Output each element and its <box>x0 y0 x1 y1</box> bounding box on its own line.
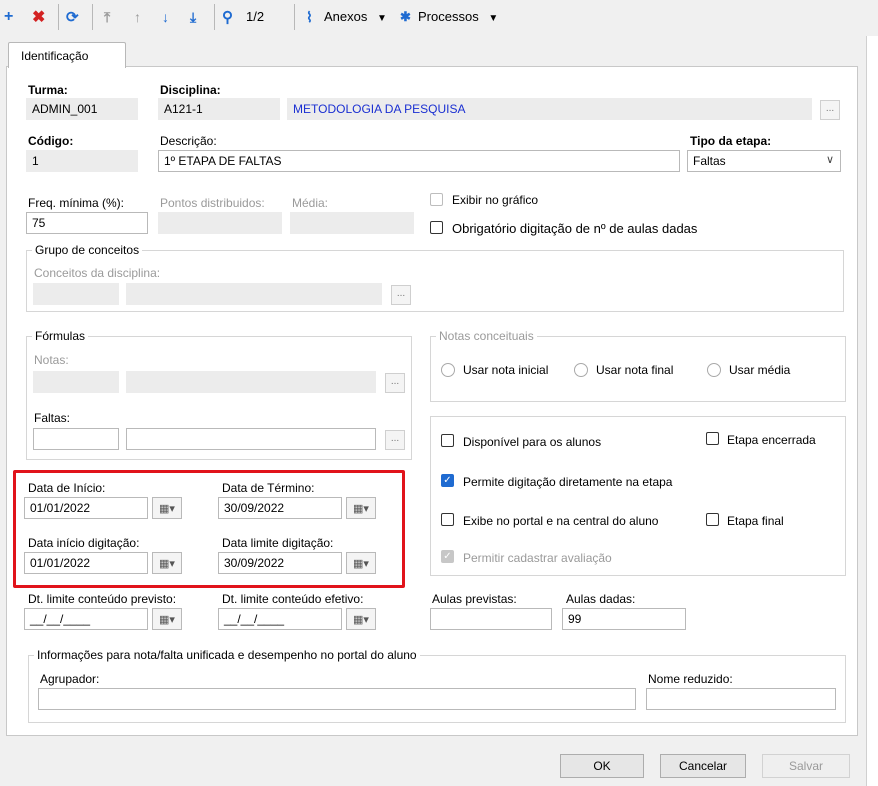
disciplina-lookup-button[interactable]: ... <box>820 100 840 120</box>
turma-field: ADMIN_001 <box>26 98 138 120</box>
obrigatorio-aulas-label: Obrigatório digitação de nº de aulas dad… <box>452 221 698 236</box>
grupo-conceitos-title: Grupo de conceitos <box>32 243 143 257</box>
anexos-menu[interactable]: Anexos ▼ <box>324 9 387 24</box>
usar-nota-inicial-label: Usar nota inicial <box>463 363 549 377</box>
usar-nota-final-radio[interactable] <box>574 363 588 377</box>
faltas-name-field[interactable] <box>126 428 376 450</box>
info-unificada-title: Informações para nota/falta unificada e … <box>34 648 420 662</box>
freq-minima-label: Freq. mínima (%): <box>28 196 125 210</box>
exibe-portal-checkbox[interactable] <box>441 513 454 526</box>
codigo-field: 1 <box>26 150 138 172</box>
faltas-lookup-button[interactable]: ... <box>385 430 405 450</box>
permitir-avaliacao-checkbox[interactable]: ✓ <box>441 550 454 563</box>
refresh-icon[interactable]: ⟳ <box>66 6 79 28</box>
aulas-previstas-field[interactable] <box>430 608 552 630</box>
disciplina-label: Disciplina: <box>160 83 221 97</box>
permitir-avaliacao-label: Permitir cadastrar avaliação <box>463 551 612 565</box>
pontos-distribuidos-field <box>158 212 282 234</box>
notas-lookup-button[interactable]: ... <box>385 373 405 393</box>
paperclip-icon: ⌇ <box>306 8 313 25</box>
aulas-dadas-label: Aulas dadas: <box>566 592 636 606</box>
aulas-previstas-label: Aulas previstas: <box>432 592 517 606</box>
descricao-field[interactable]: 1º ETAPA DE FALTAS <box>158 150 680 172</box>
usar-media-radio[interactable] <box>707 363 721 377</box>
limite-efetivo-label: Dt. limite conteúdo efetivo: <box>222 592 364 606</box>
add-icon[interactable]: + <box>4 6 13 28</box>
etapa-encerrada-checkbox[interactable] <box>706 432 719 445</box>
turma-label: Turma: <box>28 83 68 97</box>
chevron-down-icon: ▼ <box>377 13 387 24</box>
usar-nota-final-label: Usar nota final <box>596 363 674 377</box>
exibe-portal-label: Exibe no portal e na central do aluno <box>463 514 659 528</box>
faltas-label: Faltas: <box>34 411 71 425</box>
conceitos-disciplina-label: Conceitos da disciplina: <box>34 266 161 280</box>
usar-nota-inicial-radio[interactable] <box>441 363 455 377</box>
tab-identificacao[interactable]: Identificação <box>8 42 126 68</box>
media-label: Média: <box>292 196 329 210</box>
notas-conceituais-title: Notas conceituais <box>436 329 537 343</box>
chevron-down-icon: ▼ <box>488 13 499 24</box>
exibir-grafico-checkbox[interactable] <box>430 193 443 206</box>
gear-icon: ✱ <box>400 9 411 24</box>
nome-reduzido-label: Nome reduzido: <box>648 672 733 686</box>
descricao-label: Descrição: <box>160 134 217 148</box>
delete-icon[interactable]: ✖ <box>32 6 45 28</box>
last-record-icon[interactable]: ⤓ <box>190 6 196 28</box>
search-icon[interactable]: ⚲ <box>222 6 233 28</box>
calendar-icon[interactable]: ▦▾ <box>346 608 376 630</box>
formulas-title: Fórmulas <box>32 329 89 343</box>
first-record-icon[interactable]: ⤒ <box>104 6 110 28</box>
aulas-dadas-field[interactable]: 99 <box>562 608 686 630</box>
toolbar: + ✖ ⟳ ⤒ ↑ ↓ ⤓ ⚲ 1/2 ⌇ Anexos ▼ ✱ Process… <box>0 0 878 36</box>
disciplina-name-field: METODOLOGIA DA PESQUISA <box>287 98 812 120</box>
limite-efetivo-field[interactable]: __/__/____ <box>218 608 342 630</box>
page-indicator: 1/2 <box>246 9 265 24</box>
nome-reduzido-field[interactable] <box>646 688 836 710</box>
pontos-distribuidos-label: Pontos distribuidos: <box>160 196 265 210</box>
agrupador-label: Agrupador: <box>40 672 100 686</box>
exibir-grafico-label: Exibir no gráfico <box>452 193 539 207</box>
etapa-final-checkbox[interactable] <box>706 513 719 526</box>
notas-code-field <box>33 371 119 393</box>
calendar-icon[interactable]: ▦▾ <box>152 608 182 630</box>
highlight-box <box>13 470 405 588</box>
conceitos-code-field <box>33 283 119 305</box>
conceitos-name-field <box>126 283 382 305</box>
etapa-encerrada-label: Etapa encerrada <box>727 433 816 447</box>
etapa-final-label: Etapa final <box>727 514 784 528</box>
processos-label: Processos <box>418 9 479 24</box>
background-window-strip <box>866 36 878 786</box>
tipo-etapa-label: Tipo da etapa: <box>690 134 772 148</box>
conceitos-lookup-button[interactable]: ... <box>391 285 411 305</box>
faltas-code-field[interactable] <box>33 428 119 450</box>
processos-menu[interactable]: Processos ▼ <box>418 9 498 24</box>
tipo-etapa-select[interactable]: Faltas ∨ <box>687 150 841 172</box>
anexos-label: Anexos <box>324 9 368 24</box>
disponivel-alunos-checkbox[interactable] <box>441 434 454 447</box>
limite-previsto-label: Dt. limite conteúdo previsto: <box>28 592 177 606</box>
limite-previsto-field[interactable]: __/__/____ <box>24 608 148 630</box>
disponivel-alunos-label: Disponível para os alunos <box>463 435 602 449</box>
next-record-icon[interactable]: ↓ <box>162 6 169 28</box>
freq-minima-field[interactable]: 75 <box>26 212 148 234</box>
chevron-down-icon: ∨ <box>825 154 834 166</box>
ok-button[interactable]: OK <box>560 754 644 778</box>
tipo-etapa-value: Faltas <box>693 154 726 168</box>
permite-digitacao-label: Permite digitação diretamente na etapa <box>463 475 673 489</box>
permite-digitacao-checkbox[interactable]: ✓ <box>441 474 454 487</box>
cancel-button[interactable]: Cancelar <box>660 754 746 778</box>
notas-label: Notas: <box>34 353 69 367</box>
disciplina-code-field: A121-1 <box>158 98 280 120</box>
save-button[interactable]: Salvar <box>762 754 850 778</box>
obrigatorio-aulas-checkbox[interactable] <box>430 221 443 234</box>
agrupador-field[interactable] <box>38 688 636 710</box>
previous-record-icon[interactable]: ↑ <box>134 6 141 28</box>
notas-name-field <box>126 371 376 393</box>
usar-media-label: Usar média <box>729 363 791 377</box>
media-field <box>290 212 414 234</box>
codigo-label: Código: <box>28 134 74 148</box>
